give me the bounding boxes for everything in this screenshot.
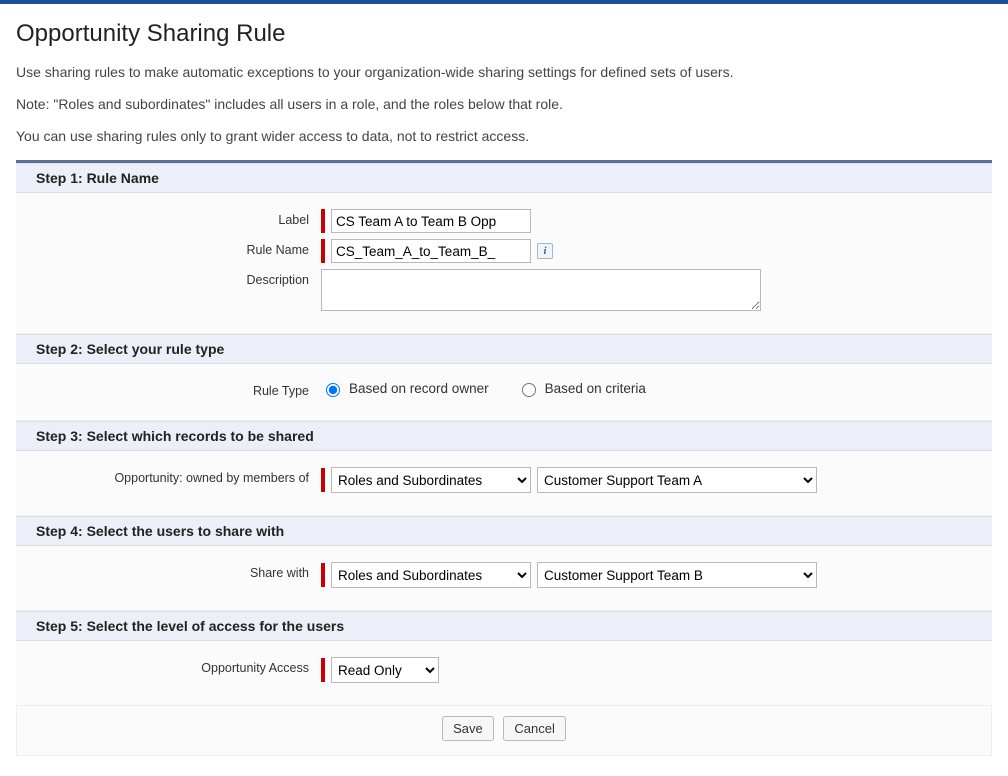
step5-body: Opportunity Access Read Only xyxy=(16,641,992,706)
radio-criteria-label: Based on criteria xyxy=(545,381,646,396)
share-scope-select[interactable]: Roles and Subordinates xyxy=(331,562,531,588)
rulename-label: Rule Name xyxy=(36,239,321,257)
info-icon[interactable]: i xyxy=(537,243,553,259)
step2-header: Step 2: Select your rule type xyxy=(16,334,992,364)
step5-header: Step 5: Select the level of access for t… xyxy=(16,611,992,641)
share-with-label: Share with xyxy=(36,562,321,580)
access-label: Opportunity Access xyxy=(36,657,321,675)
description-label: Description xyxy=(36,269,321,287)
share-value-select[interactable]: Customer Support Team B xyxy=(537,562,817,588)
radio-owner-input[interactable] xyxy=(326,383,340,397)
step1-header: Step 1: Rule Name xyxy=(16,163,992,193)
save-button[interactable]: Save xyxy=(442,716,494,741)
required-indicator xyxy=(321,658,325,682)
label-input[interactable] xyxy=(331,209,531,233)
owned-by-label: Opportunity: owned by members of xyxy=(36,467,321,485)
description-textarea[interactable] xyxy=(321,269,761,311)
owned-scope-select[interactable]: Roles and Subordinates xyxy=(331,467,531,493)
radio-owner-label: Based on record owner xyxy=(349,381,489,396)
rulename-input[interactable] xyxy=(331,239,531,263)
radio-criteria-input[interactable] xyxy=(522,383,536,397)
form-footer: Save Cancel xyxy=(16,706,992,756)
intro-line-2: Note: "Roles and subordinates" includes … xyxy=(16,96,992,112)
owned-value-select[interactable]: Customer Support Team A xyxy=(537,467,817,493)
required-indicator xyxy=(321,563,325,587)
required-indicator xyxy=(321,468,325,492)
intro-line-1: Use sharing rules to make automatic exce… xyxy=(16,64,992,80)
step3-body: Opportunity: owned by members of Roles a… xyxy=(16,451,992,516)
radio-based-on-criteria[interactable]: Based on criteria xyxy=(517,380,646,397)
page-intro: Use sharing rules to make automatic exce… xyxy=(16,64,992,144)
intro-line-3: You can use sharing rules only to grant … xyxy=(16,128,992,144)
page-container: Opportunity Sharing Rule Use sharing rul… xyxy=(0,4,1008,776)
label-label: Label xyxy=(36,209,321,227)
radio-based-on-owner[interactable]: Based on record owner xyxy=(321,380,489,397)
step2-body: Rule Type Based on record owner Based on… xyxy=(16,364,992,421)
access-select[interactable]: Read Only xyxy=(331,657,439,683)
required-indicator xyxy=(321,209,325,233)
form-block: Step 1: Rule Name Label Rule Name i Desc… xyxy=(16,160,992,756)
required-indicator xyxy=(321,239,325,263)
step4-body: Share with Roles and Subordinates Custom… xyxy=(16,546,992,611)
step4-header: Step 4: Select the users to share with xyxy=(16,516,992,546)
ruletype-label: Rule Type xyxy=(36,380,321,398)
step1-body: Label Rule Name i Description xyxy=(16,193,992,334)
step3-header: Step 3: Select which records to be share… xyxy=(16,421,992,451)
cancel-button[interactable]: Cancel xyxy=(503,716,565,741)
page-title: Opportunity Sharing Rule xyxy=(16,20,992,48)
